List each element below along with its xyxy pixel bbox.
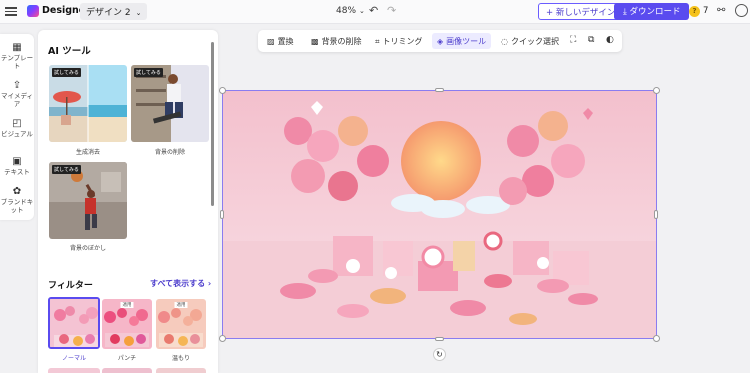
crop-icon: ⌗ — [375, 37, 380, 46]
left-rail: ▦ テンプレート ⇪ マイメディア ◰ ビジュアル ▣ テキスト ✿ ブランドキ… — [0, 34, 34, 220]
top-bar: Designer デザイン 2 ⌄ 48% ⌄ ↶ ↷ + 新しいデザイン ⤓ ダウ… — [0, 0, 750, 24]
hamburger-menu-icon[interactable] — [5, 5, 17, 17]
share-icon[interactable]: ⚯ — [717, 5, 725, 16]
adjust-icon[interactable]: ◐ — [606, 35, 614, 45]
tool-label: 背景のぼかし — [69, 245, 106, 252]
coin-icon[interactable]: ? — [689, 6, 700, 17]
filter-tag: 適用 — [120, 302, 134, 308]
rail-item-label: テンプレート — [0, 54, 34, 70]
tool-remove-background[interactable]: 試してみる — [131, 65, 209, 142]
toolbar-label: トリミング — [382, 37, 423, 46]
panel-scrollbar[interactable] — [211, 42, 214, 206]
crop-button[interactable]: ⌗ トリミング — [370, 33, 428, 49]
rail-item-my-media[interactable]: ⇪ マイメディア — [0, 80, 34, 108]
text-icon: ▣ — [12, 156, 22, 167]
brand-kit-icon: ✿ — [12, 186, 22, 197]
designer-logo-icon — [27, 5, 39, 17]
new-design-button[interactable]: + 新しいデザイン — [538, 3, 624, 20]
filter-label: ノーマル — [61, 355, 86, 362]
filters-title: フィルター — [48, 281, 93, 291]
filter-warm[interactable]: 適用 — [156, 299, 206, 349]
undo-icon[interactable]: ↶ — [369, 4, 378, 17]
tool-label: 背景の削除 — [154, 149, 185, 156]
download-label: ダウンロード — [629, 7, 681, 17]
toolbar-label: 置換 — [277, 37, 294, 46]
coin-count: 7 — [703, 6, 709, 16]
filter-row-partial — [102, 368, 152, 373]
rail-item-templates[interactable]: ▦ テンプレート — [0, 42, 34, 70]
download-button[interactable]: ⤓ ダウンロード — [614, 3, 690, 20]
chevron-down-icon: ⌄ — [135, 9, 142, 17]
resize-handle-left[interactable] — [220, 210, 224, 219]
toolbar-label: 画像ツール — [446, 37, 487, 46]
image-tools-button[interactable]: ◈ 画像ツール — [432, 33, 492, 49]
ai-tools-panel: AI ツール 試してみる 生成消去 試してみる 背景の削除 試してみる 背景のぼ… — [38, 30, 218, 373]
remove-background-button[interactable]: ▩ 背景の削除 — [306, 33, 367, 49]
image-toolbar: ▨ 置換 ▩ 背景の削除 ⌗ トリミング ◈ 画像ツール ◌ クイック選択 ⛶ ⧉ ◐ — [258, 30, 622, 52]
lasso-icon: ◌ — [501, 37, 508, 46]
try-badge: 試してみる — [134, 68, 163, 77]
filter-label: パンチ — [117, 355, 137, 362]
zoom-dropdown[interactable]: 48% ⌄ — [336, 6, 365, 16]
remove-bg-icon: ▩ — [311, 37, 319, 46]
rail-item-label: マイメディア — [0, 92, 34, 108]
panel-title: AI ツール — [48, 46, 91, 57]
try-badge: 試してみる — [52, 165, 81, 174]
redo-icon[interactable]: ↷ — [387, 4, 396, 17]
selected-image[interactable] — [222, 90, 657, 339]
party-scene-image — [223, 91, 656, 338]
resize-handle-bottom-left[interactable] — [219, 335, 226, 342]
tool-generative-erase[interactable]: 試してみる — [49, 65, 127, 142]
profile-avatar[interactable] — [735, 4, 748, 17]
filter-punch[interactable]: 適用 — [102, 299, 152, 349]
replace-button[interactable]: ▨ 置換 — [262, 33, 299, 49]
rail-item-label: テキスト — [4, 168, 30, 176]
image-icon: ▨ — [267, 37, 275, 46]
filter-normal[interactable] — [48, 297, 100, 349]
image-tools-icon: ◈ — [437, 37, 444, 46]
tool-blur-background[interactable]: 試してみる — [49, 162, 127, 239]
rail-item-text[interactable]: ▣ テキスト — [0, 156, 34, 176]
filter-tag: 適用 — [174, 302, 188, 308]
zoom-level: 48% — [336, 6, 357, 16]
rotate-icon[interactable]: ↻ — [433, 348, 446, 361]
toolbar-label: 背景の削除 — [321, 37, 362, 46]
resize-handle-top-right[interactable] — [653, 87, 660, 94]
template-icon: ▦ — [12, 42, 22, 53]
shapes-icon: ◰ — [12, 118, 22, 129]
show-all-link[interactable]: すべて表示する › — [150, 278, 211, 289]
filter-row-partial — [156, 368, 206, 373]
design-name-label: デザイン 2 — [86, 8, 131, 18]
try-badge: 試してみる — [52, 68, 81, 77]
upload-icon: ⇪ — [12, 80, 22, 91]
resize-handle-bottom-right[interactable] — [653, 335, 660, 342]
resize-handle-right[interactable] — [654, 210, 658, 219]
design-name-dropdown[interactable]: デザイン 2 ⌄ — [80, 3, 148, 20]
rail-item-visual[interactable]: ◰ ビジュアル — [0, 118, 34, 138]
filter-row-partial — [48, 368, 100, 373]
rail-item-label: ビジュアル — [1, 130, 33, 138]
chevron-down-icon: ⌄ — [359, 7, 365, 15]
quick-select-button[interactable]: ◌ クイック選択 — [496, 33, 564, 49]
layers-icon[interactable]: ⧉ — [588, 35, 594, 45]
tool-label: 生成消去 — [75, 149, 100, 156]
resize-handle-top-left[interactable] — [219, 87, 226, 94]
filter-normal-thumbnail — [50, 299, 98, 347]
filter-label: 温もり — [171, 355, 190, 362]
rail-item-brand-kit[interactable]: ✿ ブランドキット — [0, 186, 34, 214]
toolbar-label: クイック選択 — [510, 37, 559, 46]
rail-item-label: ブランドキット — [0, 198, 34, 214]
resize-handle-bottom[interactable] — [435, 337, 444, 341]
resize-handle-top[interactable] — [435, 88, 444, 92]
frame-icon[interactable]: ⛶ — [570, 35, 576, 45]
